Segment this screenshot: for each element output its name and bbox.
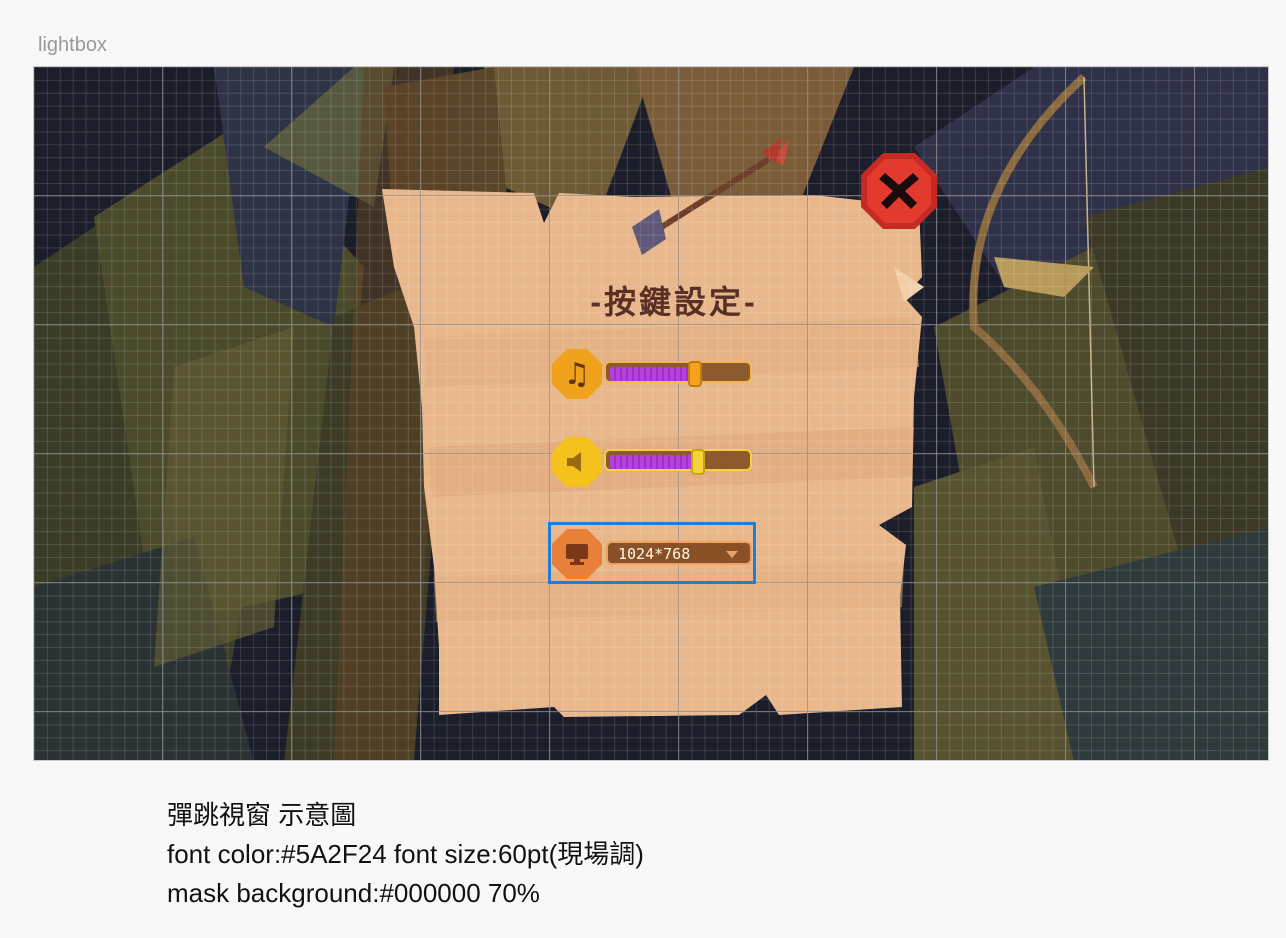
notes-title: 彈跳視窗 示意圖	[167, 800, 357, 830]
chevron-down-icon	[726, 551, 738, 558]
resolution-select[interactable]: 1024*768	[606, 541, 752, 565]
popup-title: -按鍵設定-	[590, 284, 758, 320]
notes-font-spec: font color:#5A2F24 font size:60pt(現場調)	[167, 839, 644, 869]
resolution-row: 1024*768	[552, 527, 762, 581]
monitor-icon	[552, 529, 602, 579]
close-button[interactable]	[859, 151, 939, 231]
music-volume-knob[interactable]	[688, 361, 702, 387]
notes-mask-spec: mask background:#000000 70%	[167, 878, 540, 908]
music-volume-fill	[610, 367, 694, 381]
sound-volume-row	[552, 435, 762, 489]
music-volume-row: ♫	[552, 347, 762, 401]
close-x-icon	[861, 153, 937, 229]
resolution-value: 1024*768	[618, 545, 691, 563]
artboard-label: lightbox	[38, 34, 107, 56]
sound-volume-knob[interactable]	[691, 449, 705, 475]
spec-notes: 彈跳視窗 示意圖 font color:#5A2F24 font size:60…	[167, 796, 644, 913]
music-note-icon: ♫	[552, 349, 602, 399]
lightbox-canvas: -按鍵設定- ♫ 1024*768	[33, 66, 1269, 761]
forest-background	[34, 67, 1268, 760]
speaker-icon	[552, 437, 602, 487]
sound-volume-slider[interactable]	[604, 449, 752, 475]
music-volume-slider[interactable]	[604, 361, 752, 387]
sound-volume-fill	[610, 455, 697, 469]
